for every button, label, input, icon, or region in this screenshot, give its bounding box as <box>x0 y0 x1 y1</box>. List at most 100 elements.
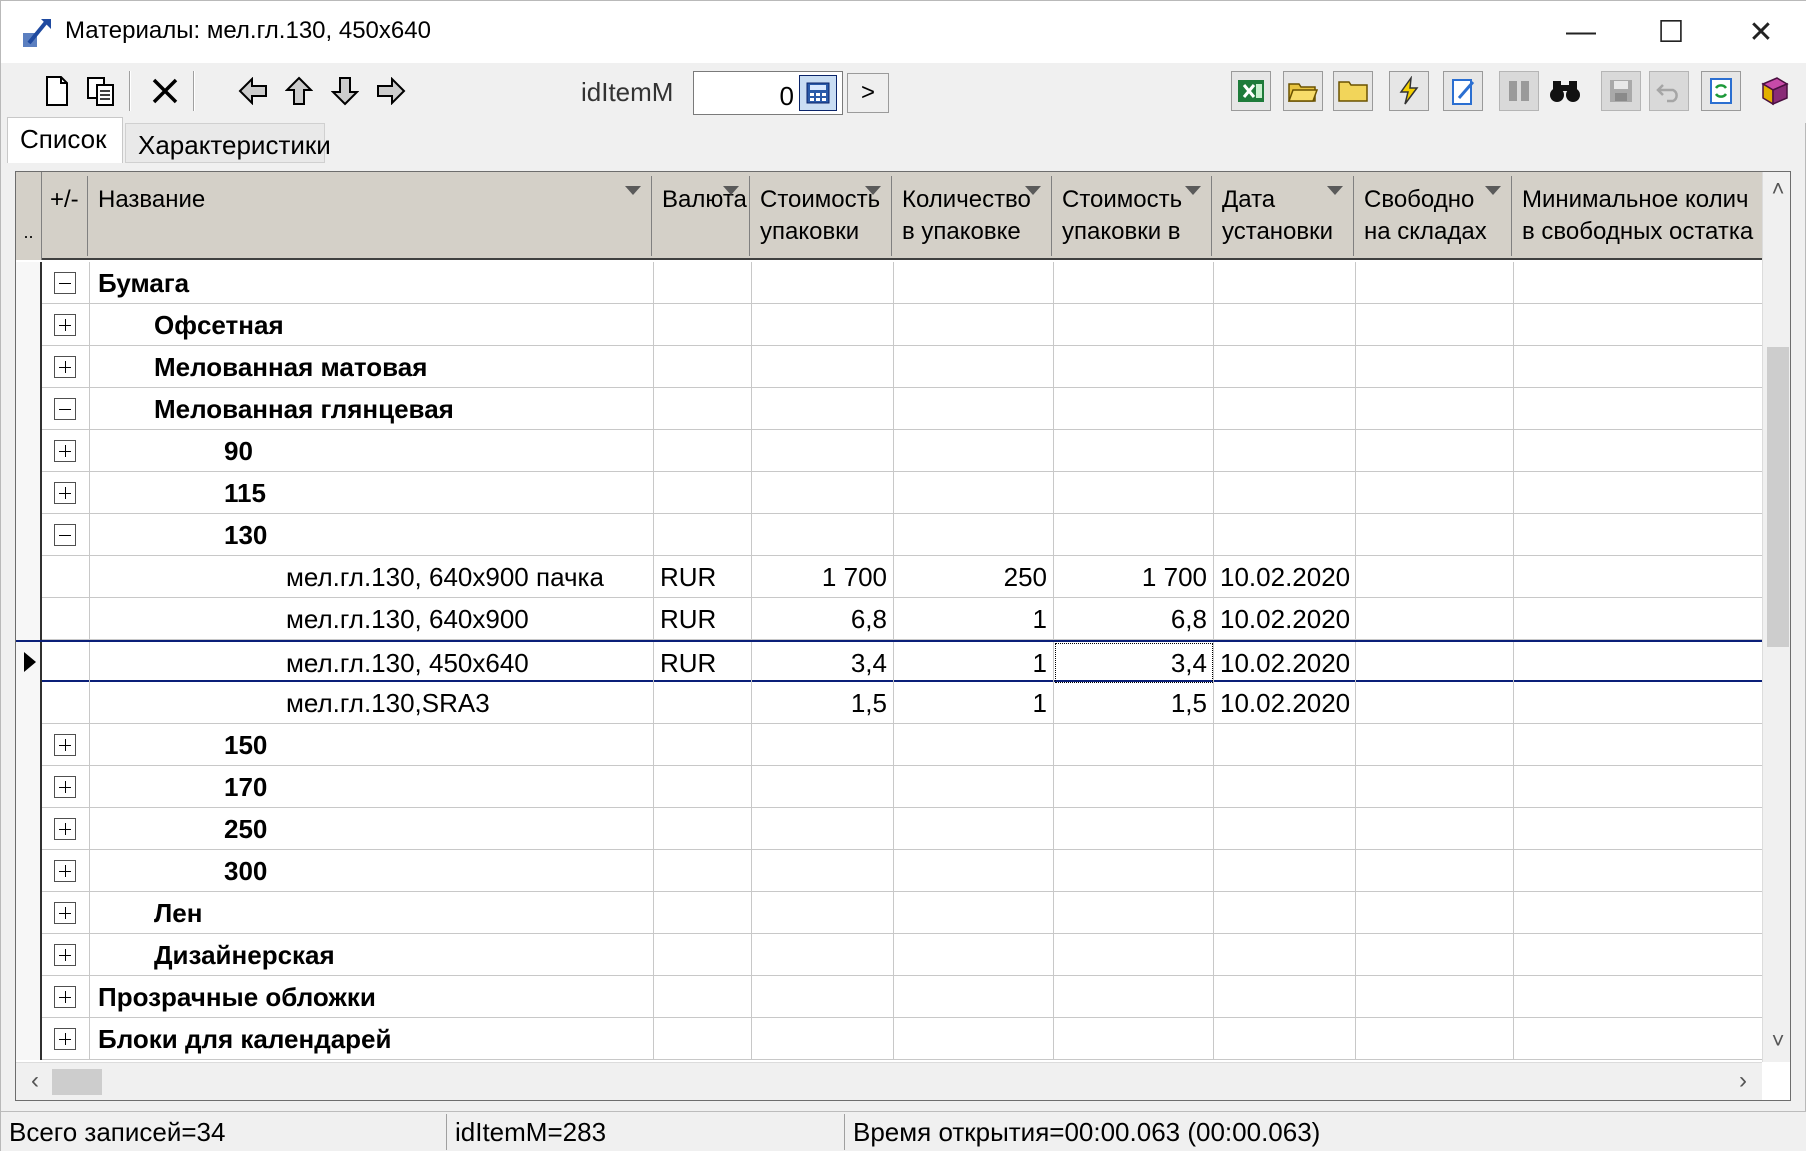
row-indicator[interactable] <box>16 430 42 472</box>
expand-icon[interactable] <box>54 776 76 798</box>
app-icon <box>23 19 51 47</box>
row-indicator[interactable] <box>16 262 42 304</box>
calculator-icon[interactable] <box>799 75 837 111</box>
column-header-currency[interactable]: Валюта <box>654 176 750 256</box>
table-row[interactable]: 130 <box>16 514 1764 556</box>
column-header-date[interactable]: Дата установки <box>1214 176 1354 256</box>
table-row[interactable]: 150 <box>16 724 1764 766</box>
table-row[interactable]: 170 <box>16 766 1764 808</box>
collapse-icon[interactable] <box>54 524 76 546</box>
row-indicator[interactable] <box>16 556 42 598</box>
column-header-pack-cost[interactable]: Стоимость упаковки <box>752 176 892 256</box>
expand-icon[interactable] <box>54 818 76 840</box>
table-row[interactable]: 250 <box>16 808 1764 850</box>
excel-icon[interactable] <box>1229 69 1273 113</box>
cell-date: 10.02.2020 <box>1214 556 1356 598</box>
go-button[interactable]: > <box>847 73 889 113</box>
row-indicator[interactable] <box>16 642 42 684</box>
row-indicator[interactable] <box>16 346 42 388</box>
row-indicator[interactable] <box>16 808 42 850</box>
arrow-left-icon[interactable] <box>231 69 275 113</box>
expand-icon[interactable] <box>54 1028 76 1050</box>
row-indicator[interactable] <box>16 976 42 1018</box>
column-header-pack-cost-in[interactable]: Стоимость упаковки в <box>1054 176 1212 256</box>
row-indicator[interactable] <box>16 514 42 556</box>
horizontal-scroll-thumb[interactable] <box>52 1069 102 1095</box>
table-row[interactable]: Прозрачные обложки <box>16 976 1764 1018</box>
edit-note-icon[interactable] <box>1441 69 1485 113</box>
materials-grid[interactable]: .. +/- Название Валюта Стоимость упаковк… <box>15 171 1791 1101</box>
maximize-button[interactable]: ☐ <box>1626 1 1716 63</box>
row-indicator[interactable] <box>16 892 42 934</box>
expand-icon[interactable] <box>54 440 76 462</box>
table-row[interactable]: мел.гл.130, 640x900 RUR 6,8 1 6,8 10.02.2020 <box>16 598 1764 640</box>
table-row[interactable]: Лен <box>16 892 1764 934</box>
row-indicator[interactable] <box>16 388 42 430</box>
tab-list[interactable]: Список <box>7 117 123 163</box>
book-icon[interactable] <box>1753 69 1797 113</box>
table-row[interactable]: Мелованная глянцевая <box>16 388 1764 430</box>
tab-characteristics[interactable]: Характеристики <box>125 123 331 163</box>
cell-free-stock <box>1356 556 1514 598</box>
row-indicator[interactable] <box>16 766 42 808</box>
column-header-name[interactable]: Название <box>90 176 652 256</box>
binoculars-icon[interactable] <box>1543 69 1587 113</box>
vertical-scrollbar[interactable]: ˄ ˅ <box>1762 172 1790 1062</box>
cell-qty: 1 <box>894 598 1054 640</box>
table-row[interactable]: Бумага <box>16 262 1764 304</box>
collapse-icon[interactable] <box>54 398 76 420</box>
scroll-down-icon[interactable]: ˅ <box>1763 1028 1790 1058</box>
expand-icon[interactable] <box>54 944 76 966</box>
expand-icon[interactable] <box>54 902 76 924</box>
row-indicator[interactable] <box>16 472 42 514</box>
row-indicator[interactable] <box>16 598 42 640</box>
arrow-down-icon[interactable] <box>323 69 367 113</box>
expand-icon[interactable] <box>54 986 76 1008</box>
table-row[interactable]: 115 <box>16 472 1764 514</box>
row-indicator[interactable] <box>16 934 42 976</box>
minimize-button[interactable]: — <box>1536 1 1626 63</box>
column-header-min-qty[interactable]: Минимальное колич в свободных остатка <box>1514 176 1764 256</box>
copy-icon[interactable] <box>79 69 123 113</box>
expand-icon[interactable] <box>54 860 76 882</box>
scroll-right-icon[interactable]: › <box>1728 1067 1758 1097</box>
vertical-scroll-thumb[interactable] <box>1767 347 1789 647</box>
cell-toggle <box>44 682 90 724</box>
table-row[interactable]: Мелованная матовая <box>16 346 1764 388</box>
new-icon[interactable] <box>35 69 79 113</box>
lightning-icon[interactable] <box>1387 69 1431 113</box>
expand-icon[interactable] <box>54 734 76 756</box>
scroll-up-icon[interactable]: ˄ <box>1763 176 1790 206</box>
collapse-icon[interactable] <box>54 272 76 294</box>
table-row[interactable]: Блоки для календарей <box>16 1018 1764 1060</box>
column-header-qty[interactable]: Количество в упаковке <box>894 176 1052 256</box>
arrow-up-icon[interactable] <box>277 69 321 113</box>
table-row[interactable]: 90 <box>16 430 1764 472</box>
expand-icon[interactable] <box>54 356 76 378</box>
cell-currency <box>654 892 752 934</box>
arrow-right-icon[interactable] <box>369 69 413 113</box>
open-folder-icon[interactable] <box>1281 69 1325 113</box>
table-row[interactable]: 300 <box>16 850 1764 892</box>
table-row[interactable]: мел.гл.130, 450x640 RUR 3,4 1 3,4 10.02.2020 <box>16 640 1764 684</box>
expand-icon[interactable] <box>54 314 76 336</box>
refresh-icon[interactable] <box>1699 69 1743 113</box>
indicator-header[interactable]: .. <box>16 172 42 260</box>
scroll-left-icon[interactable]: ‹ <box>20 1067 50 1097</box>
horizontal-scrollbar[interactable]: ‹ › <box>16 1062 1762 1100</box>
row-indicator[interactable] <box>16 850 42 892</box>
row-indicator[interactable] <box>16 724 42 766</box>
row-indicator[interactable] <box>16 1018 42 1060</box>
row-indicator[interactable] <box>16 682 42 724</box>
expand-icon[interactable] <box>54 482 76 504</box>
close-button[interactable]: ✕ <box>1716 1 1806 63</box>
table-row[interactable]: Офсетная <box>16 304 1764 346</box>
table-row[interactable]: мел.гл.130, 640x900 пачка RUR 1 700 250 1 70… <box>16 556 1764 598</box>
table-row[interactable]: Дизайнерская <box>16 934 1764 976</box>
row-indicator[interactable] <box>16 304 42 346</box>
folder-icon[interactable] <box>1331 69 1375 113</box>
table-row[interactable]: мел.гл.130,SRA3 1,5 1 1,5 10.02.2020 <box>16 682 1764 724</box>
column-header-toggle[interactable]: +/- <box>44 176 88 256</box>
column-header-free-stock[interactable]: Свободно на складах <box>1356 176 1512 256</box>
delete-icon[interactable] <box>143 69 187 113</box>
